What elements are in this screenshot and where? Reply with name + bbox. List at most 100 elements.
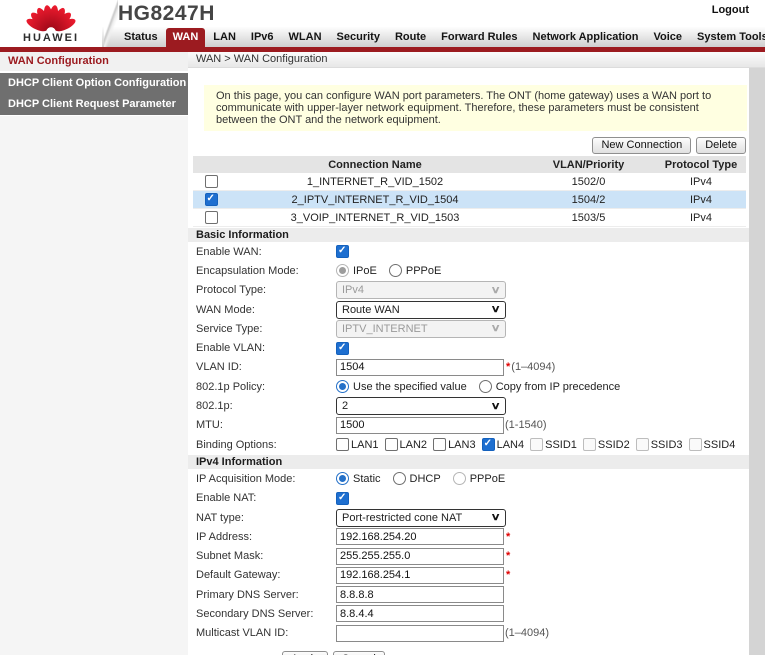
enable-nat-label: Enable NAT: bbox=[196, 492, 336, 504]
header-checkbox-cell bbox=[193, 156, 229, 173]
apply-button[interactable]: Apply bbox=[282, 651, 328, 655]
lan3-checkbox[interactable] bbox=[433, 438, 446, 451]
vlan-id-hint: (1–4094) bbox=[511, 361, 555, 373]
lan4-checkbox[interactable] bbox=[482, 438, 495, 451]
row2-checkbox[interactable] bbox=[205, 193, 218, 206]
wan-mode-select[interactable]: Route WAN ∨ bbox=[336, 301, 506, 319]
row2-protocol-type: IPv4 bbox=[656, 191, 746, 209]
default-gateway-input[interactable] bbox=[336, 567, 504, 584]
lan4-label: LAN4 bbox=[497, 439, 525, 451]
subnet-mask-input[interactable] bbox=[336, 548, 504, 565]
tab-security[interactable]: Security bbox=[330, 28, 387, 47]
section-ipv4-information: IPv4 Information bbox=[188, 455, 749, 469]
priority-8021p-select[interactable]: 2 ∨ bbox=[336, 397, 506, 415]
chevron-down-icon: ∨ bbox=[490, 323, 500, 334]
use-specified-value-label: Use the specified value bbox=[353, 381, 467, 393]
row3-protocol-type: IPv4 bbox=[656, 209, 746, 227]
nat-type-select[interactable]: Port-restricted cone NAT ∨ bbox=[336, 509, 506, 527]
row-enable-nat: Enable NAT: bbox=[188, 489, 749, 508]
pppoe-acquisition-label: PPPoE bbox=[470, 473, 505, 485]
ip-address-input[interactable] bbox=[336, 528, 504, 545]
new-connection-button[interactable]: New Connection bbox=[592, 137, 691, 154]
row-nat-type: NAT type: Port-restricted cone NAT ∨ bbox=[188, 508, 749, 527]
tab-wan[interactable]: WAN bbox=[166, 28, 206, 47]
table-toolbar: New Connection Delete bbox=[188, 137, 746, 154]
row1-checkbox[interactable] bbox=[205, 175, 218, 188]
required-asterisk: * bbox=[506, 531, 510, 543]
enable-nat-checkbox[interactable] bbox=[336, 492, 349, 505]
tab-route[interactable]: Route bbox=[388, 28, 433, 47]
enable-vlan-label: Enable VLAN: bbox=[196, 342, 336, 354]
ipoe-radio[interactable] bbox=[336, 264, 349, 277]
header-connection-name: Connection Name bbox=[229, 156, 521, 173]
lan3-label: LAN3 bbox=[448, 439, 476, 451]
header-diagonal-divider bbox=[104, 0, 118, 47]
table-row: 2_IPTV_INTERNET_R_VID_1504 1504/2 IPv4 bbox=[193, 191, 746, 209]
service-type-value: IPTV_INTERNET bbox=[342, 323, 428, 335]
row1-connection-name: 1_INTERNET_R_VID_1502 bbox=[229, 173, 521, 191]
delete-button[interactable]: Delete bbox=[696, 137, 746, 154]
copy-ip-precedence-radio[interactable] bbox=[479, 380, 492, 393]
mtu-input[interactable] bbox=[336, 417, 504, 434]
cancel-button[interactable]: Cancel bbox=[333, 651, 385, 655]
lan1-checkbox[interactable] bbox=[336, 438, 349, 451]
multicast-vlan-id-input[interactable] bbox=[336, 625, 504, 642]
dhcp-radio[interactable] bbox=[393, 472, 406, 485]
required-asterisk: * bbox=[506, 550, 510, 562]
vlan-id-input[interactable] bbox=[336, 359, 504, 376]
sidebar-item-dhcp-client-request[interactable]: DHCP Client Request Parameter bbox=[0, 94, 188, 115]
tab-status[interactable]: Status bbox=[117, 28, 165, 47]
lan2-checkbox[interactable] bbox=[385, 438, 398, 451]
enable-wan-checkbox[interactable] bbox=[336, 245, 349, 258]
row2-vlan-priority: 1504/2 bbox=[521, 191, 656, 209]
row-secondary-dns: Secondary DNS Server: bbox=[188, 604, 749, 623]
row-vlan-id: VLAN ID: *(1–4094) bbox=[188, 358, 749, 377]
row3-vlan-priority: 1503/5 bbox=[521, 209, 656, 227]
required-asterisk: * bbox=[506, 569, 510, 581]
tab-system-tools[interactable]: System Tools bbox=[690, 28, 765, 47]
sidebar-item-dhcp-client-option[interactable]: DHCP Client Option Configuration bbox=[0, 73, 188, 94]
page-title: HG8247H bbox=[118, 2, 215, 26]
form-actions: Apply Cancel bbox=[282, 651, 749, 655]
ssid3-checkbox bbox=[636, 438, 649, 451]
static-radio[interactable] bbox=[336, 472, 349, 485]
chevron-down-icon: ∨ bbox=[490, 285, 500, 296]
row-wan-mode: WAN Mode: Route WAN ∨ bbox=[188, 300, 749, 319]
row2-connection-name: 2_IPTV_INTERNET_R_VID_1504 bbox=[229, 191, 521, 209]
ssid1-checkbox bbox=[530, 438, 543, 451]
required-asterisk: * bbox=[506, 361, 510, 373]
row-multicast-vlan-id: Multicast VLAN ID: (1–4094) bbox=[188, 624, 749, 643]
table-row: 1_INTERNET_R_VID_1502 1502/0 IPv4 bbox=[193, 173, 746, 191]
static-label: Static bbox=[353, 473, 381, 485]
main-panel: On this page, you can configure WAN port… bbox=[188, 68, 749, 655]
tab-lan[interactable]: LAN bbox=[206, 28, 243, 47]
row3-connection-name: 3_VOIP_INTERNET_R_VID_1503 bbox=[229, 209, 521, 227]
primary-dns-input[interactable] bbox=[336, 586, 504, 603]
huawei-logo: HUAWEI bbox=[0, 0, 102, 47]
top-nav-tabs: Status WAN LAN IPv6 WLAN Security Route … bbox=[117, 28, 765, 47]
default-gateway-label: Default Gateway: bbox=[196, 569, 336, 581]
tab-ipv6[interactable]: IPv6 bbox=[244, 28, 281, 47]
section-basic-information: Basic Information bbox=[188, 228, 749, 242]
logout-link[interactable]: Logout bbox=[712, 4, 749, 16]
huawei-flower-icon bbox=[23, 2, 79, 34]
row-ip-acquisition-mode: IP Acquisition Mode: Static DHCP PPPoE bbox=[188, 469, 749, 488]
enable-vlan-checkbox[interactable] bbox=[336, 342, 349, 355]
mtu-label: MTU: bbox=[196, 419, 336, 431]
row-protocol-type: Protocol Type: IPv4 ∨ bbox=[188, 281, 749, 300]
pppoe-radio[interactable] bbox=[389, 264, 402, 277]
tab-forward-rules[interactable]: Forward Rules bbox=[434, 28, 524, 47]
ssid4-label: SSID4 bbox=[704, 439, 736, 451]
tab-network-application[interactable]: Network Application bbox=[526, 28, 646, 47]
sidebar-item-wan-configuration[interactable]: WAN Configuration bbox=[0, 52, 188, 73]
use-specified-value-radio[interactable] bbox=[336, 380, 349, 393]
row1-vlan-priority: 1502/0 bbox=[521, 173, 656, 191]
vlan-id-label: VLAN ID: bbox=[196, 361, 336, 373]
secondary-dns-label: Secondary DNS Server: bbox=[196, 608, 336, 620]
tab-wlan[interactable]: WLAN bbox=[282, 28, 329, 47]
tab-voice[interactable]: Voice bbox=[646, 28, 689, 47]
secondary-dns-input[interactable] bbox=[336, 605, 504, 622]
priority-8021p-label: 802.1p: bbox=[196, 400, 336, 412]
row-8021p-policy: 802.1p Policy: Use the specified value C… bbox=[188, 377, 749, 396]
row3-checkbox[interactable] bbox=[205, 211, 218, 224]
